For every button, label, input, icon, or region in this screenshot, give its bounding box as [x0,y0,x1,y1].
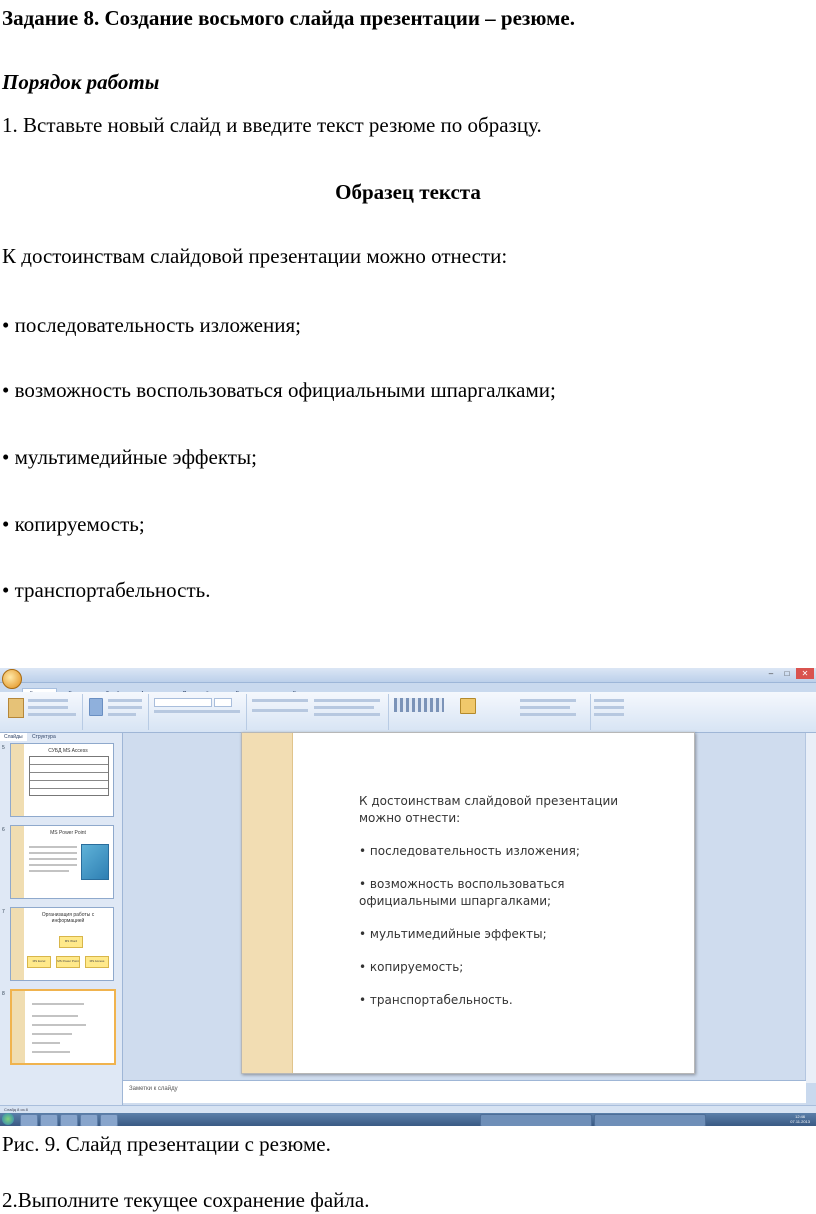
notes-placeholder: Заметки к слайду [129,1086,178,1092]
procedure-heading: Порядок работы [2,70,160,94]
paragraph-group [248,694,389,730]
font-select[interactable] [154,698,212,707]
explorer-app-icon[interactable] [40,1114,58,1126]
powerpoint-app-icon[interactable] [100,1114,118,1126]
step-1: 1. Вставьте новый слайд и введите текст … [2,113,542,137]
status-slide-counter: Слайд 8 из 8 [4,1107,28,1112]
bullet-item: • мультимедийные эффекты; [2,445,257,469]
step-2: 2.Выполните текущее сохранение файла. [2,1188,370,1212]
taskbar: 12:46 07.11.2013 [0,1113,816,1126]
drawing-group [390,694,591,730]
task-heading: Задание 8. Создание восьмого слайда през… [2,6,575,30]
slide-text-line: • последовательность изложения; [359,844,580,858]
thumb-title: MS Power Point [50,830,86,836]
slides-group [84,694,149,730]
slide-text-line: • копируемость; [359,960,464,974]
current-slide[interactable]: К достоинствам слайдовой презентации мож… [241,732,695,1074]
window-titlebar: – □ ✕ [0,668,816,689]
slide-thumbnail[interactable]: Организация работы с информацией MS Word… [10,907,114,981]
slide-thumbnail[interactable]: MS Power Point [10,825,114,899]
taskbar-window[interactable] [594,1114,706,1126]
new-slide-icon[interactable] [89,698,103,716]
editing-group [592,694,632,730]
arrange-icon[interactable] [460,698,476,714]
slides-panel: Слайды Структура 5 СУБД MS Access 6 MS P… [0,733,123,1105]
thumb-title: СУБД MS Access [48,748,88,754]
intro-text: К достоинствам слайдовой презентации мож… [2,244,508,268]
slide-text-line: К достоинствам слайдовой презентации [359,794,619,808]
thumb-number: 6 [2,827,5,833]
bullet-item: • копируемость; [2,512,145,536]
slide-text-line: • транспортабельность. [359,993,513,1007]
thumb-photo [81,844,109,880]
tab-slides[interactable]: Слайды [0,733,27,741]
browser-app-icon[interactable] [20,1114,38,1126]
media-app-icon[interactable] [60,1114,78,1126]
thumb-box: MS Word [59,936,83,948]
sample-heading: Образец текста [335,180,481,204]
slide-text-line: • возможность воспользоваться [359,877,565,891]
font-group [150,694,247,730]
thumb-title: Организация работы с информацией [41,912,95,924]
thumb-box: MS Power Point [56,956,80,968]
minimize-icon[interactable]: – [764,668,778,679]
office-button-icon[interactable] [2,669,22,689]
slide-text-line: можно отнести: [359,811,461,825]
slide-decor-strip [242,733,293,1073]
maximize-icon[interactable]: □ [780,668,794,679]
notes-pane[interactable]: Заметки к слайду [123,1080,806,1103]
font-size-select[interactable] [214,698,232,707]
ribbon [0,692,816,733]
bullet-item: • возможность воспользоваться официальны… [2,378,556,402]
clipboard-group [2,694,83,730]
thumb-number: 5 [2,745,5,751]
vertical-scrollbar[interactable] [805,733,816,1083]
taskbar-window[interactable] [480,1114,592,1126]
thumb-box: MS Access [85,956,109,968]
clock-date: 07.11.2013 [790,1119,810,1124]
clock: 12:46 07.11.2013 [790,1114,810,1124]
paste-icon[interactable] [8,698,24,718]
slide-text-line: официальными шпаргалками; [359,894,552,908]
thumb-table [29,756,109,796]
thumb-number: 7 [2,909,5,915]
thumb-number: 8 [2,991,5,997]
ribbon-tabs: Главная Вставка Дизайн Анимация Показ сл… [22,682,802,699]
word-app-icon[interactable] [80,1114,98,1126]
figure-caption: Рис. 9. Слайд презентации с резюме. [2,1132,331,1156]
close-icon[interactable]: ✕ [796,668,814,679]
slide-thumbnail-selected[interactable] [10,989,116,1065]
start-button-icon[interactable] [2,1113,14,1125]
tab-outline[interactable]: Структура [28,733,60,741]
slide-text-line: • мультимедийные эффекты; [359,927,547,941]
bullet-item: • последовательность изложения; [2,313,301,337]
slide-thumbnail[interactable]: СУБД MS Access [10,743,114,817]
thumb-box: MS Excel [27,956,51,968]
bullet-item: • транспортабельность. [2,578,211,602]
